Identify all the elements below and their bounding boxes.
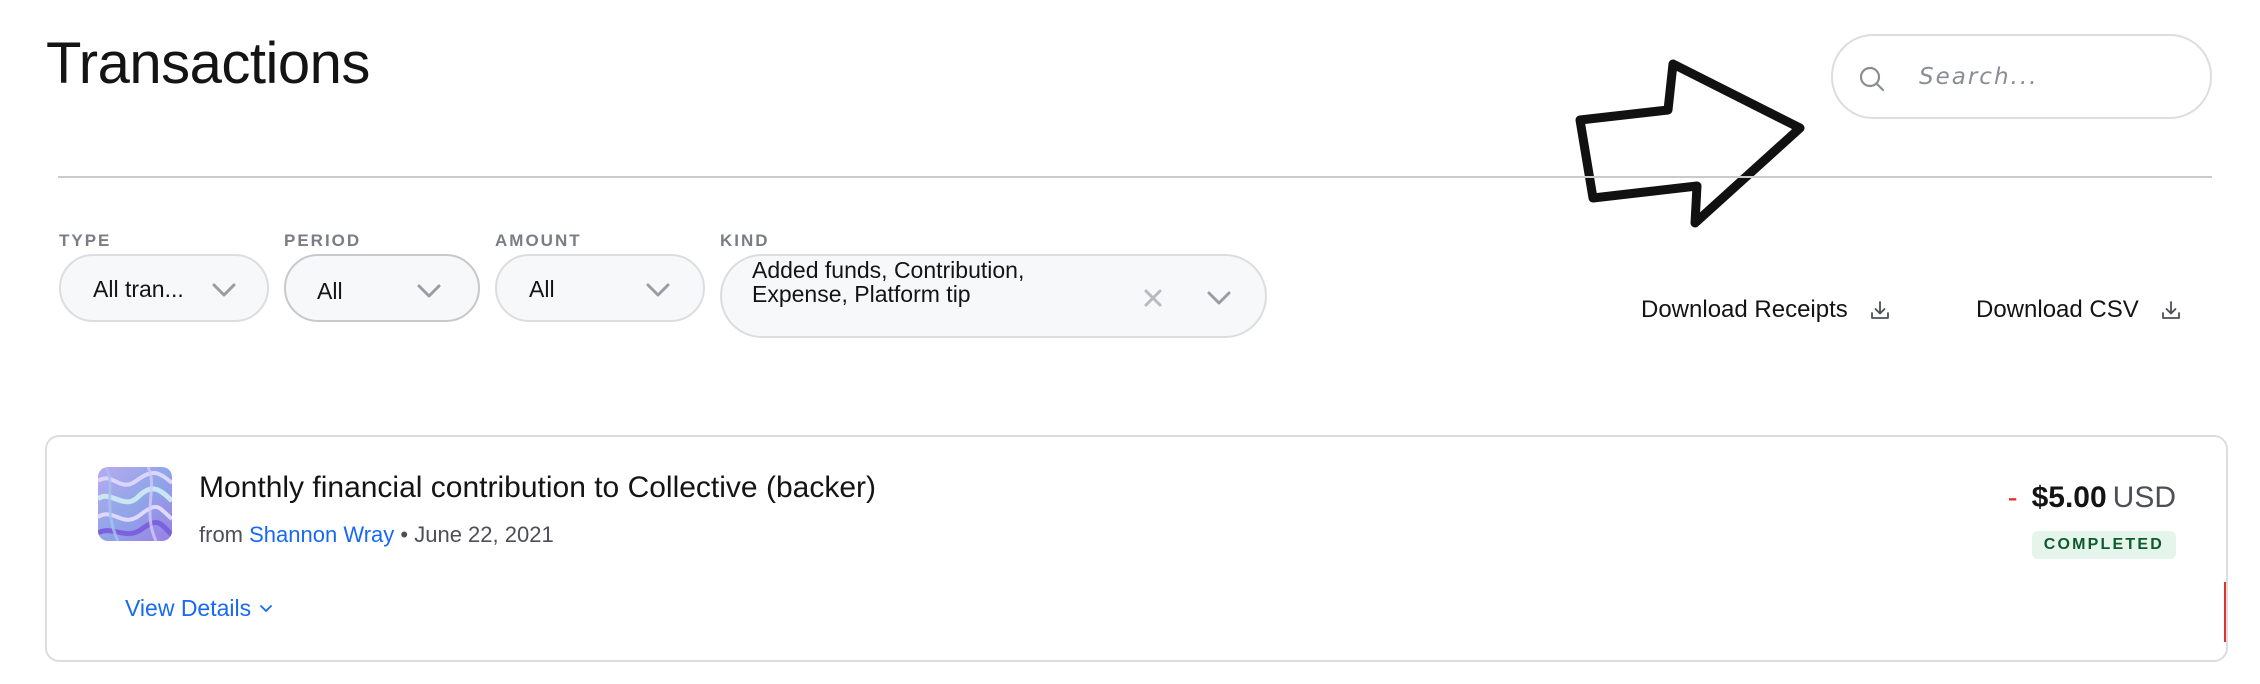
- download-csv-button[interactable]: Download CSV: [1976, 296, 2181, 324]
- transaction-date: June 22, 2021: [414, 522, 554, 547]
- transaction-card: Monthly financial contribution to Collec…: [45, 435, 2228, 662]
- kind-filter-value: Added funds, Contribution, Expense, Plat…: [752, 258, 1162, 306]
- amount-filter-select[interactable]: All: [495, 254, 705, 322]
- period-filter-value: All: [317, 278, 343, 304]
- transaction-title: Monthly financial contribution to Collec…: [199, 471, 876, 504]
- meta-separator: •: [400, 522, 409, 547]
- chevron-down-icon: [212, 283, 236, 297]
- avatar: [98, 467, 172, 541]
- search-input[interactable]: [1919, 54, 2189, 100]
- kind-filter-value-line2: Expense, Platform tip: [752, 281, 971, 307]
- from-account-link[interactable]: Shannon Wray: [249, 522, 394, 547]
- download-receipts-button[interactable]: Download Receipts: [1641, 296, 1890, 324]
- type-filter-value: All tran...: [93, 276, 184, 302]
- view-details-label: View Details: [125, 595, 252, 621]
- period-filter-label: PERIOD: [284, 231, 362, 250]
- amount-filter-value: All: [529, 276, 555, 302]
- view-details-button[interactable]: View Details: [125, 595, 273, 622]
- page-title: Transactions: [46, 31, 370, 96]
- search-icon: [1859, 66, 1885, 92]
- kind-filter-value-line1: Added funds, Contribution,: [752, 257, 1025, 283]
- period-filter-select[interactable]: All: [284, 254, 480, 322]
- header-divider: [58, 176, 2212, 178]
- arrow-callout-icon: [1575, 59, 1805, 228]
- amount-filter-label: AMOUNT: [495, 231, 582, 250]
- chevron-down-icon: [260, 604, 273, 612]
- amount-sign: -: [2007, 481, 2018, 514]
- kind-filter-select[interactable]: Added funds, Contribution, Expense, Plat…: [720, 254, 1267, 338]
- amount-value: $5.00: [2031, 481, 2107, 514]
- transaction-amount: - $5.00 USD: [2008, 481, 2176, 515]
- from-prefix: from: [199, 522, 243, 547]
- chevron-down-icon[interactable]: [1206, 290, 1232, 306]
- transaction-meta: from Shannon Wray • June 22, 2021: [199, 522, 554, 548]
- status-badge: COMPLETED: [2031, 531, 2176, 559]
- clear-icon[interactable]: [1143, 288, 1163, 308]
- download-csv-label: Download CSV: [1976, 296, 2139, 323]
- chevron-down-icon: [646, 283, 670, 297]
- download-icon: [1870, 301, 1889, 319]
- chevron-down-icon: [417, 284, 441, 298]
- type-filter-label: TYPE: [59, 231, 112, 250]
- card-edge-accent: [2224, 582, 2226, 642]
- search-box[interactable]: [1831, 34, 2212, 119]
- type-filter-select[interactable]: All tran...: [59, 254, 269, 322]
- amount-currency: USD: [2112, 481, 2176, 514]
- download-receipts-label: Download Receipts: [1641, 296, 1848, 323]
- kind-filter-label: KIND: [720, 231, 770, 250]
- download-icon: [2161, 301, 2180, 319]
